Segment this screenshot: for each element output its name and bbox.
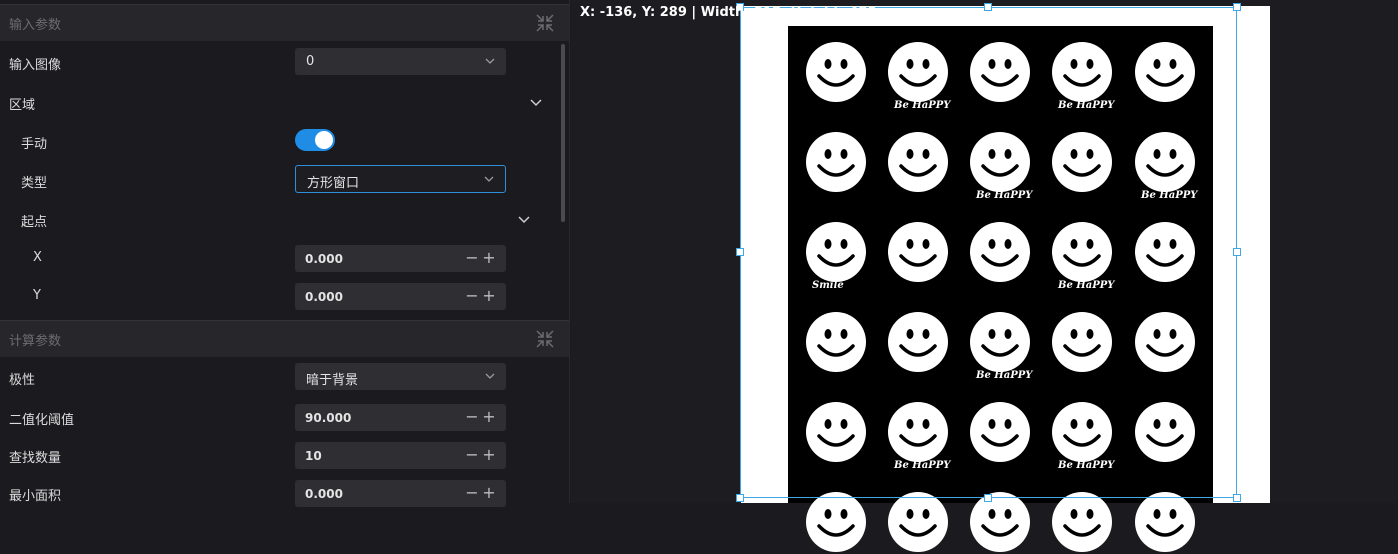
input-image-select[interactable]: 0: [295, 48, 506, 75]
minus-icon[interactable]: −: [465, 408, 479, 426]
smiley-face: [1052, 492, 1112, 552]
collapse-icon[interactable]: [535, 13, 555, 33]
roi-handle-bottom-left[interactable]: [736, 494, 744, 502]
manual-toggle[interactable]: [295, 129, 335, 151]
smiley-face: [970, 492, 1030, 552]
manual-label: 手动: [21, 137, 48, 152]
find-count-stepper[interactable]: 10 − +: [295, 442, 506, 469]
start-point-expand-icon[interactable]: [517, 212, 531, 226]
x-value: 0.000: [305, 252, 343, 266]
plus-icon[interactable]: +: [482, 408, 496, 426]
plus-icon[interactable]: +: [482, 249, 496, 267]
minus-icon[interactable]: −: [465, 249, 479, 267]
chevron-down-icon: [485, 58, 495, 64]
plus-icon[interactable]: +: [482, 484, 496, 502]
min-area-value: 0.000: [305, 487, 343, 501]
type-select[interactable]: 方形窗口: [295, 165, 506, 193]
minus-icon[interactable]: −: [465, 446, 479, 464]
smiley-face: [806, 492, 866, 552]
roi-handle-bottom-right[interactable]: [1233, 494, 1241, 502]
compute-params-header[interactable]: 计算参数: [0, 320, 569, 357]
collapse-icon[interactable]: [535, 329, 555, 349]
polarity-value: 暗于背景: [306, 373, 359, 388]
viewer-info-text: X: -136, Y: 289 | Width: 512, Height: 48…: [580, 5, 877, 20]
region-label: 区域: [9, 98, 36, 113]
threshold-stepper[interactable]: 90.000 − +: [295, 404, 506, 431]
smiley-face: [1135, 492, 1195, 552]
plus-icon[interactable]: +: [482, 446, 496, 464]
roi-handle-top[interactable]: [984, 3, 992, 11]
properties-panel: 输入参数 输入图像 0 区域 手动 类型 方形窗口 起点 X 0.000 − +…: [0, 0, 570, 507]
panel-scrollbar[interactable]: [561, 44, 565, 222]
chevron-down-icon: [485, 373, 495, 379]
find-count-label: 查找数量: [9, 451, 62, 466]
roi-handle-top-right[interactable]: [1233, 3, 1241, 11]
input-image-value: 0: [306, 54, 315, 69]
chevron-down-icon: [484, 176, 494, 182]
threshold-value: 90.000: [305, 411, 352, 425]
start-point-label: 起点: [21, 215, 48, 230]
roi-handle-bottom[interactable]: [984, 494, 992, 502]
y-stepper[interactable]: 0.000 − +: [295, 283, 506, 310]
minus-icon[interactable]: −: [465, 484, 479, 502]
polarity-label: 极性: [9, 373, 36, 388]
smiley-face: [888, 492, 948, 552]
plus-icon[interactable]: +: [482, 287, 496, 305]
roi-handle-left[interactable]: [736, 248, 744, 256]
x-stepper[interactable]: 0.000 − +: [295, 245, 506, 272]
roi-handle-right[interactable]: [1233, 248, 1241, 256]
type-value: 方形窗口: [307, 176, 360, 191]
minus-icon[interactable]: −: [465, 287, 479, 305]
polarity-select[interactable]: 暗于背景: [295, 363, 506, 390]
type-label: 类型: [21, 176, 48, 191]
y-value: 0.000: [305, 290, 343, 304]
input-params-header[interactable]: 输入参数: [0, 4, 569, 41]
input-params-title: 输入参数: [9, 18, 62, 33]
find-count-value: 10: [305, 449, 322, 463]
input-image-label: 输入图像: [9, 58, 62, 73]
y-label: Y: [33, 288, 41, 303]
compute-params-title: 计算参数: [9, 334, 62, 349]
roi-selection-box[interactable]: [740, 7, 1237, 498]
min-area-label: 最小面积: [9, 489, 62, 504]
threshold-label: 二值化阈值: [9, 413, 75, 428]
toggle-knob: [315, 131, 333, 149]
x-label: X: [33, 250, 42, 265]
region-expand-icon[interactable]: [529, 95, 543, 109]
